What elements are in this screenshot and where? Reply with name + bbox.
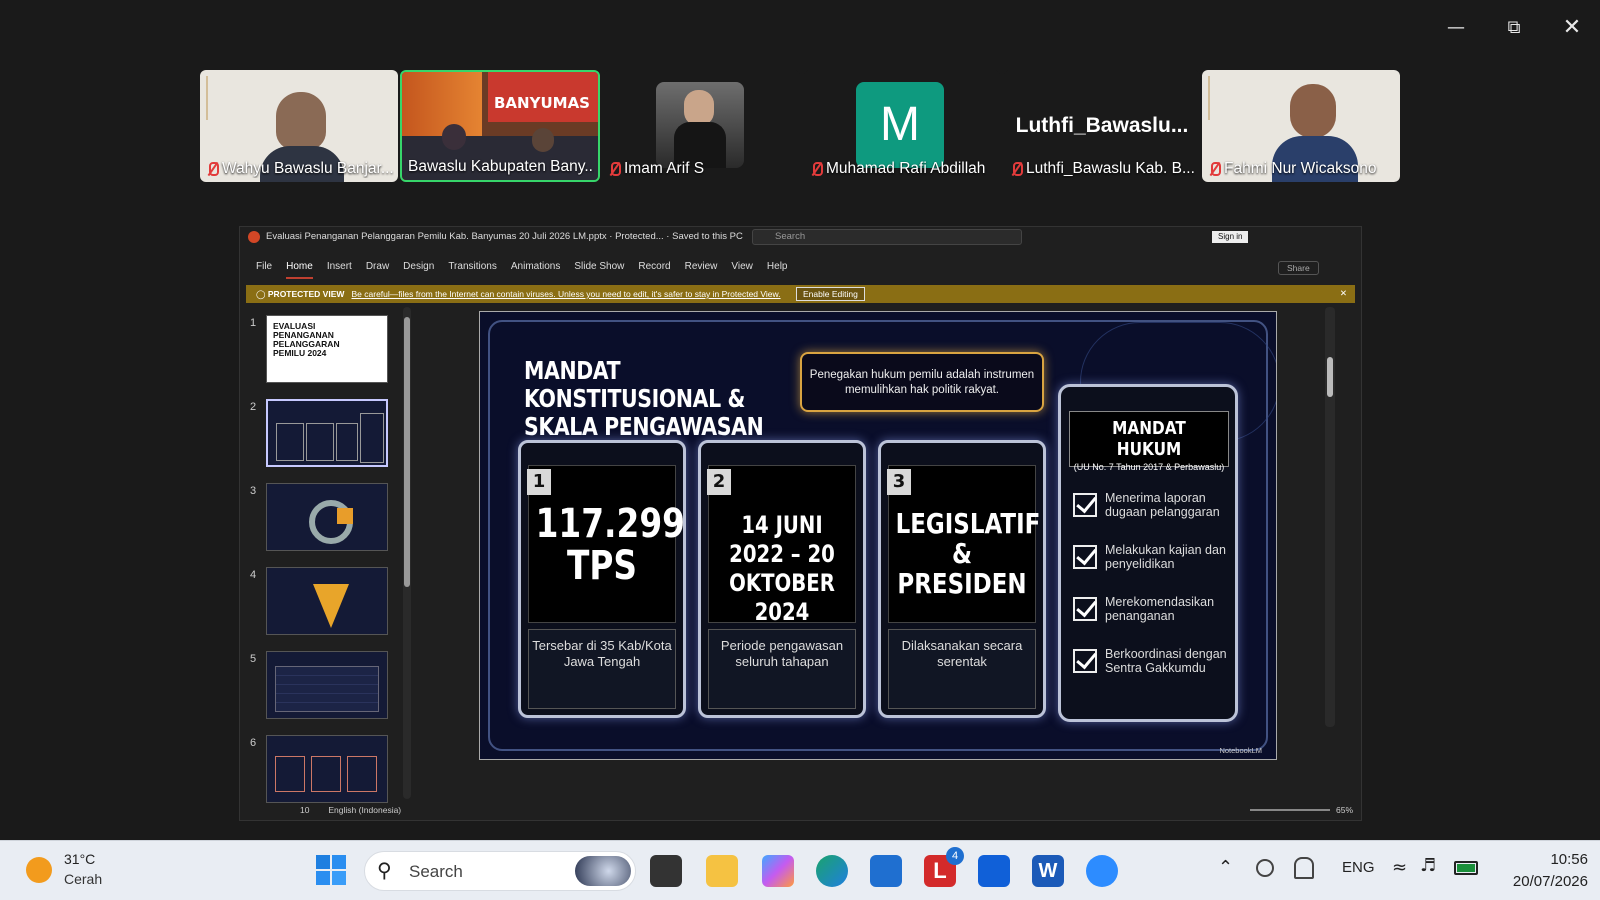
edge-icon[interactable] xyxy=(816,855,848,887)
tab-transitions[interactable]: Transitions xyxy=(448,261,497,279)
mic-muted-icon xyxy=(206,161,219,177)
checklist-item: Melakukan kajian dan penyelidikan xyxy=(1073,543,1233,583)
mic-muted-icon xyxy=(1208,161,1221,177)
participant-tile[interactable]: Fahmi Nur Wicaksono xyxy=(1202,70,1400,182)
word-icon[interactable]: W xyxy=(1032,855,1064,887)
close-icon[interactable]: ✕ xyxy=(1340,285,1347,303)
slide-thumbnail[interactable] xyxy=(266,651,388,719)
stat-card: 1 117.299 TPS Tersebar di 35 Kab/Kota Ja… xyxy=(518,440,686,718)
tab-draw[interactable]: Draw xyxy=(366,261,389,279)
slide-thumbnail-selected[interactable] xyxy=(266,399,388,467)
powerpoint-icon xyxy=(248,231,260,243)
checkbox-icon xyxy=(1073,545,1097,569)
tab-view[interactable]: View xyxy=(731,261,753,279)
task-view-icon[interactable] xyxy=(650,855,682,887)
microphone-icon[interactable] xyxy=(1294,857,1314,879)
slide-title: MANDAT KONSTITUSIONAL & SKALA PENGAWASAN xyxy=(524,356,764,441)
tab-design[interactable]: Design xyxy=(403,261,434,279)
file-explorer-icon[interactable] xyxy=(706,855,738,887)
clock-date[interactable]: 20/07/2026 xyxy=(1494,873,1588,890)
battery-icon[interactable] xyxy=(1454,861,1478,875)
tab-animations[interactable]: Animations xyxy=(511,261,560,279)
slide-thumbnail[interactable]: EVALUASI PENANGANAN PELANGGARAN PEMILU 2… xyxy=(266,315,388,383)
shield-icon: ◯ xyxy=(256,290,266,300)
tab-slide-show[interactable]: Slide Show xyxy=(574,261,624,279)
checklist-item: Berkoordinasi dengan Sentra Gakkumdu xyxy=(1073,647,1233,687)
checklist-item: Menerima laporan dugaan pelanggaran xyxy=(1073,491,1233,531)
participant-tile[interactable]: Luthfi_Bawaslu... Luthfi_Bawaslu Kab. B.… xyxy=(1004,70,1200,182)
windows-taskbar: 31°C Cerah ⚲ Search L 4 W ⌃ ENG ≈ ♬ 10:5… xyxy=(0,840,1600,900)
notebooklm-watermark: NotebookLM xyxy=(1219,746,1262,755)
checkbox-icon xyxy=(1073,493,1097,517)
dropbox-icon[interactable] xyxy=(978,855,1010,887)
slide-scrollbar[interactable] xyxy=(1325,307,1335,727)
slide-thumbnail[interactable] xyxy=(266,735,388,803)
search-highlight-icon xyxy=(575,856,631,886)
checklist-item: Merekomendasikan penanganan xyxy=(1073,595,1233,635)
windows-start-icon[interactable] xyxy=(316,855,346,885)
participant-tile-active[interactable]: BANYUMAS Bawaslu Kabupaten Bany... xyxy=(400,70,600,182)
pp-ribbon-tabs: File Home Insert Draw Design Transitions… xyxy=(240,261,787,279)
wifi-icon[interactable]: ≈ xyxy=(1392,857,1407,878)
stat-card: 2 14 JUNI 2022 – 20 OKTOBER 2024 Periode… xyxy=(698,440,866,718)
banner-text: BANYUMAS xyxy=(494,94,590,112)
tab-insert[interactable]: Insert xyxy=(327,261,352,279)
weather-temp[interactable]: 31°C xyxy=(64,851,95,867)
zoom-icon[interactable] xyxy=(1086,855,1118,887)
zoom-level[interactable]: 65% xyxy=(1336,800,1353,820)
pp-search-input[interactable]: Search xyxy=(752,229,1022,245)
store-icon[interactable] xyxy=(870,855,902,887)
copilot-icon[interactable] xyxy=(762,855,794,887)
mic-muted-icon xyxy=(810,161,823,177)
tab-record[interactable]: Record xyxy=(638,261,670,279)
slide-thumbnails-pane: 1 EVALUASI PENANGANAN PELANGGARAN PEMILU… xyxy=(246,311,404,804)
restore-icon[interactable]: ⧉ xyxy=(1494,14,1534,42)
shared-screen-powerpoint: Evaluasi Penanganan Pelanggaran Pemilu K… xyxy=(239,226,1362,821)
tray-app-icon[interactable] xyxy=(1256,859,1274,877)
chevron-up-icon[interactable]: ⌃ xyxy=(1218,857,1233,878)
slide-canvas: MANDAT KONSTITUSIONAL & SKALA PENGAWASAN… xyxy=(479,311,1277,760)
pp-statusbar: 10 English (Indonesia) 65% xyxy=(240,800,1361,820)
zoom-meeting-window: — ⧉ ✕ Wahyu Bawaslu Banjar... BANYUMAS B… xyxy=(0,0,1600,900)
tab-review[interactable]: Review xyxy=(685,261,718,279)
checkbox-icon xyxy=(1073,597,1097,621)
protected-view-bar: ◯ PROTECTED VIEW Be careful—files from t… xyxy=(246,285,1355,303)
search-icon: ⚲ xyxy=(377,858,392,882)
tab-home[interactable]: Home xyxy=(286,261,313,279)
enable-editing-button[interactable]: Enable Editing xyxy=(796,287,865,301)
slide-thumbnail[interactable] xyxy=(266,483,388,551)
mic-muted-icon xyxy=(608,161,621,177)
language-indicator[interactable]: ENG xyxy=(1342,859,1375,876)
checkbox-icon xyxy=(1073,649,1097,673)
participant-tile[interactable]: Imam Arif S xyxy=(604,70,800,182)
tab-file[interactable]: File xyxy=(256,261,272,279)
close-icon[interactable]: ✕ xyxy=(1552,14,1592,42)
notification-badge: 4 xyxy=(946,847,964,865)
tab-help[interactable]: Help xyxy=(767,261,788,279)
slide-quote: Penegakan hukum pemilu adalah instrumen … xyxy=(800,352,1044,412)
zoom-slider[interactable] xyxy=(1250,809,1330,811)
protected-view-link[interactable]: Be careful—files from the Internet can c… xyxy=(352,289,781,299)
slide-thumbnail[interactable] xyxy=(266,567,388,635)
thumbnails-scrollbar[interactable] xyxy=(403,307,411,799)
volume-icon[interactable]: ♬ xyxy=(1420,855,1436,876)
taskbar-search-input[interactable]: ⚲ Search xyxy=(364,851,636,891)
participant-tile[interactable]: Wahyu Bawaslu Banjar... xyxy=(200,70,398,182)
weather-sun-icon[interactable] xyxy=(26,857,52,883)
mic-muted-icon xyxy=(1010,161,1023,177)
share-button[interactable]: Share xyxy=(1278,261,1319,275)
minimize-icon[interactable]: — xyxy=(1436,14,1476,42)
pp-titlebar: Evaluasi Penanganan Pelanggaran Pemilu K… xyxy=(240,227,1361,247)
stat-card: 3 LEGISLATIF & PRESIDEN Dilaksanakan sec… xyxy=(878,440,1046,718)
participant-tile[interactable]: M Muhamad Rafi Abdillah xyxy=(804,70,1000,182)
clock-time[interactable]: 10:56 xyxy=(1518,851,1588,868)
mandat-hukum-panel: MANDAT HUKUM (UU No. 7 Tahun 2017 & Perba… xyxy=(1058,384,1238,722)
sign-in-button[interactable]: Sign in xyxy=(1212,231,1249,243)
weather-desc[interactable]: Cerah xyxy=(64,871,102,887)
